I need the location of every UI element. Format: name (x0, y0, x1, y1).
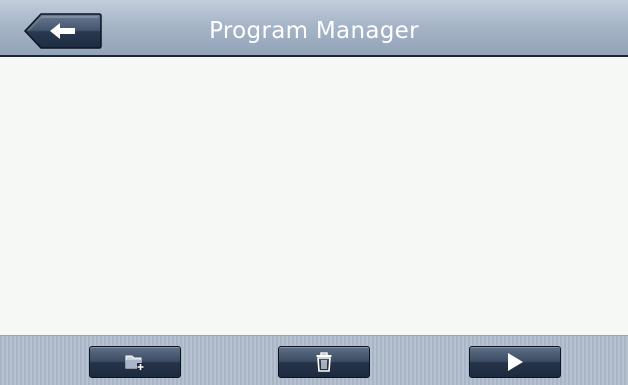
bottom-toolbar (0, 335, 628, 385)
trash-icon (316, 352, 332, 372)
title-bar: Program Manager (0, 0, 628, 57)
play-icon (508, 353, 523, 371)
delete-button[interactable] (278, 346, 370, 378)
back-arrow-icon (23, 13, 102, 49)
run-button[interactable] (469, 346, 561, 378)
back-button[interactable] (23, 12, 103, 50)
add-folder-button[interactable] (89, 346, 181, 378)
folder-add-icon (125, 355, 144, 370)
program-list[interactable] (0, 57, 628, 335)
